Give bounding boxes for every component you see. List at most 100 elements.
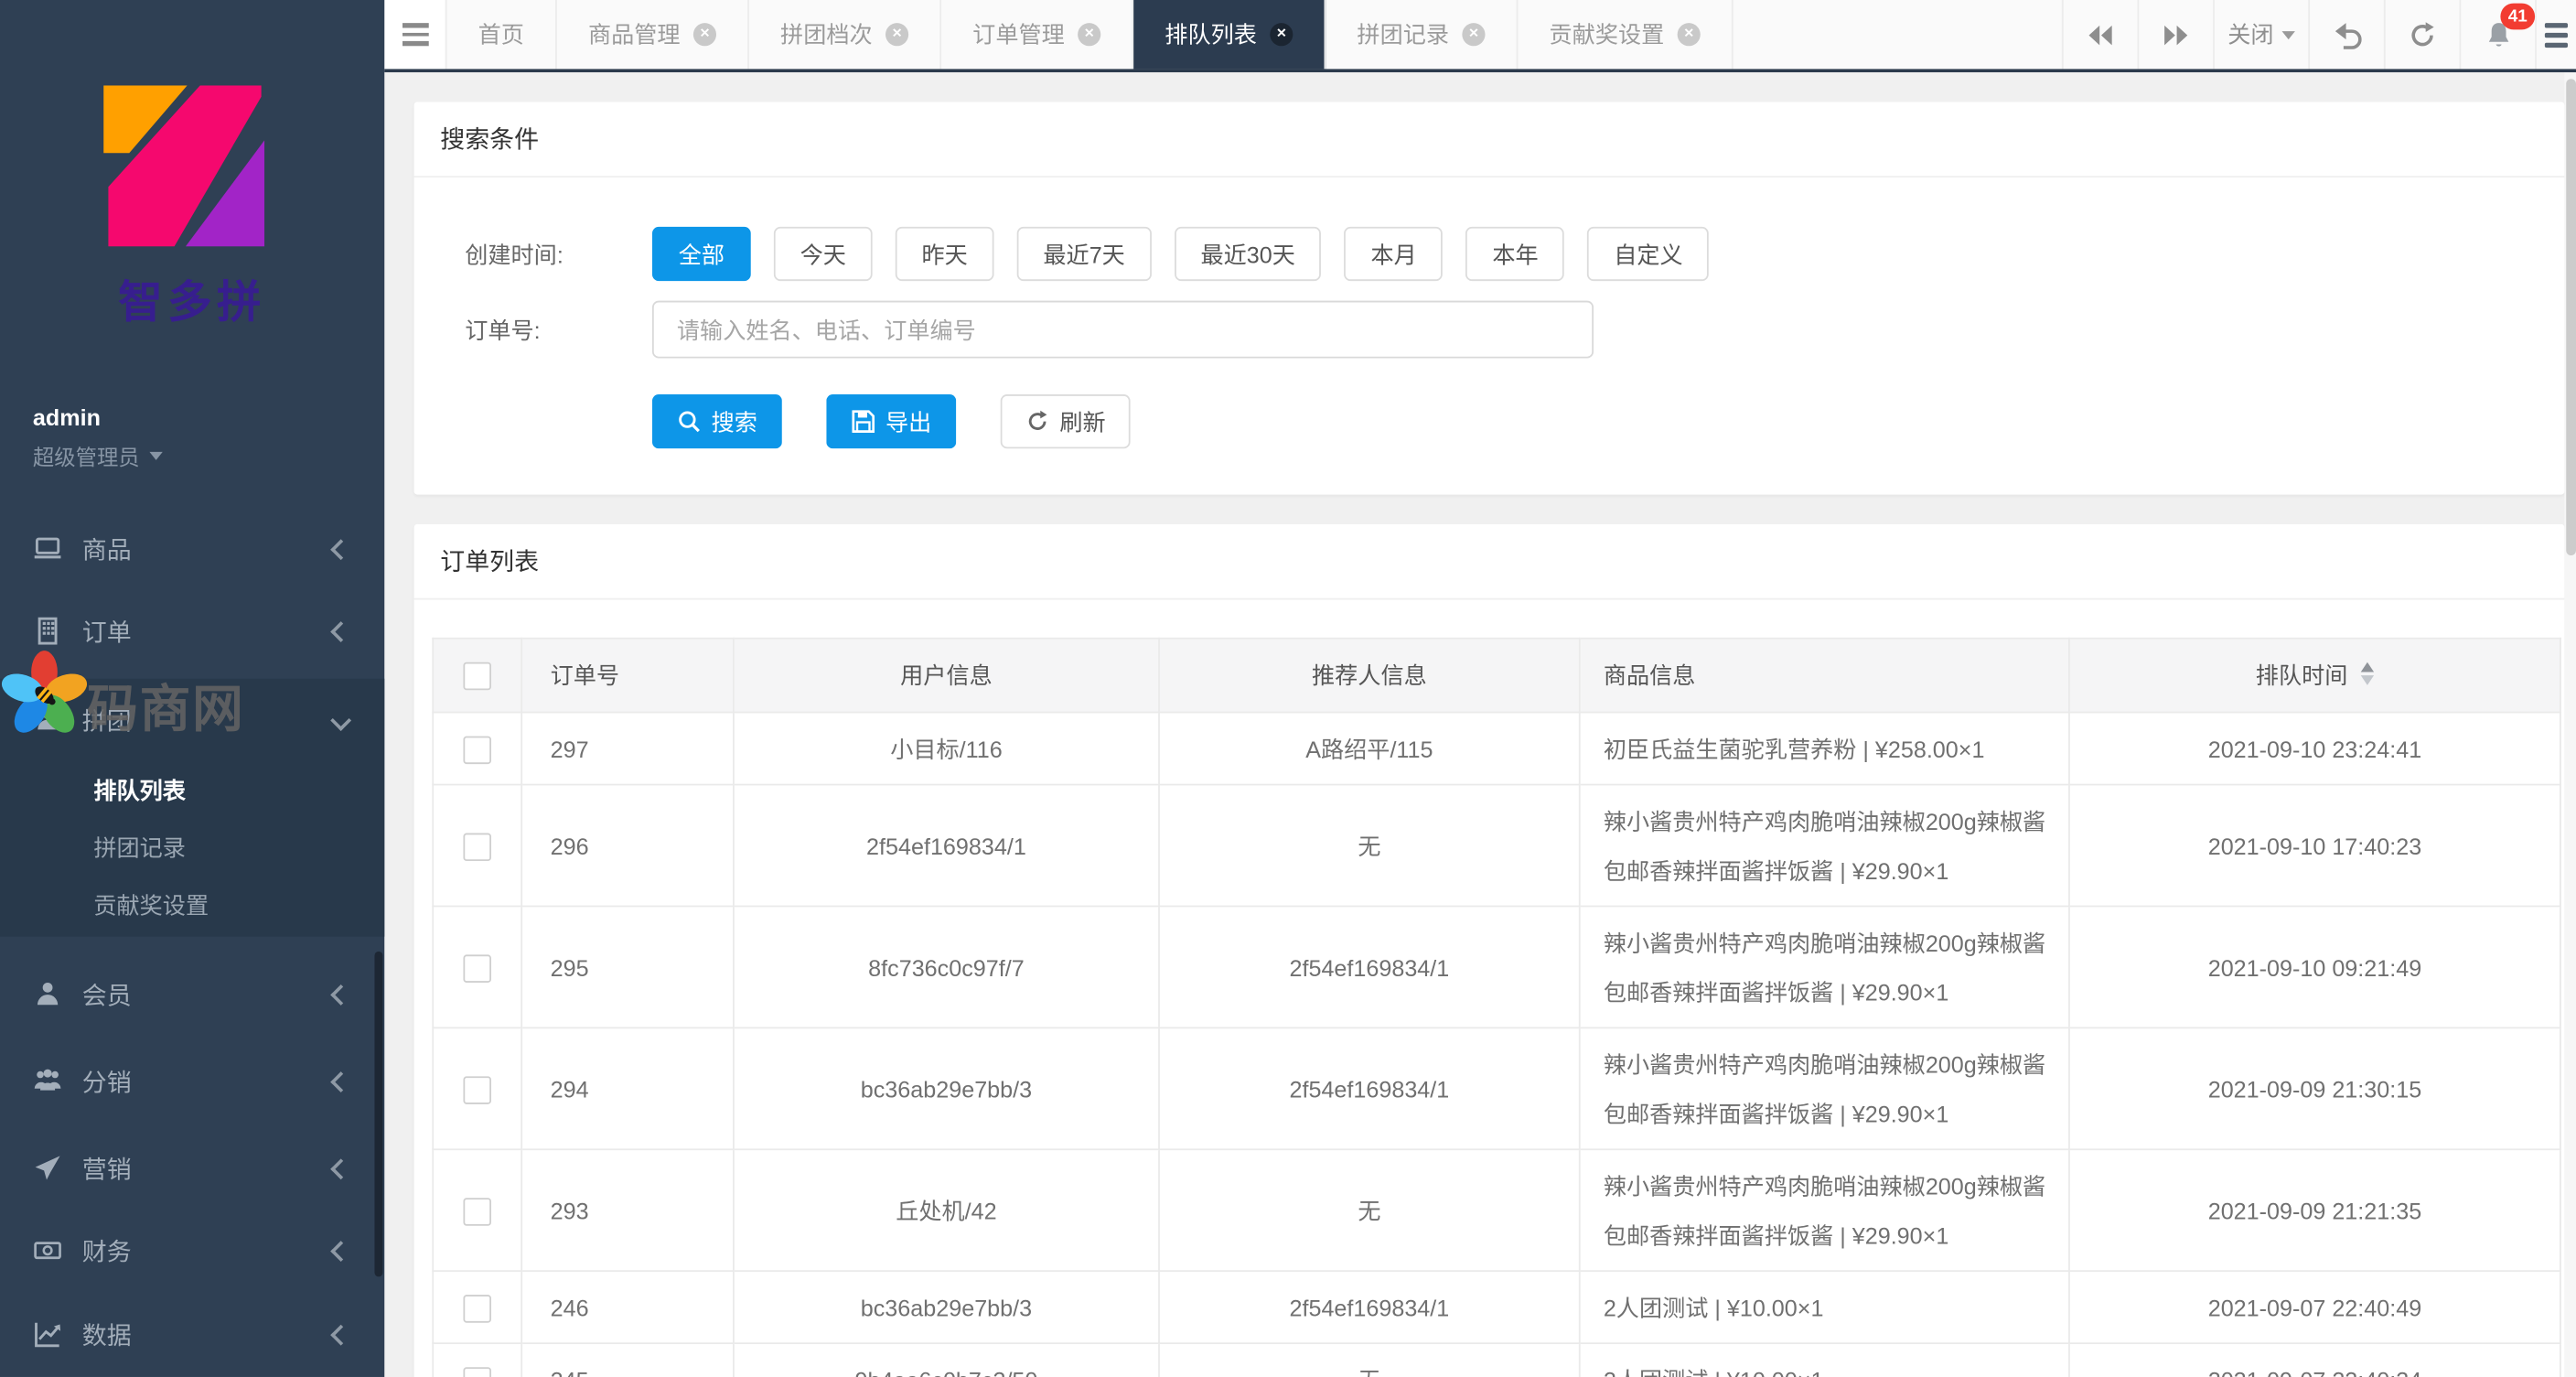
refresh-list-button[interactable]: 刷新 [1001, 394, 1131, 448]
close-icon[interactable]: × [886, 23, 908, 46]
created-time-row: 创建时间: 全部 今天 昨天 最近7天 最近30天 本月 本年 自定义 [414, 227, 2565, 281]
close-tabs-dropdown[interactable]: 关闭 [2213, 0, 2308, 69]
row-select-cell [433, 1149, 521, 1271]
sidebar: 智多拼 admin 超级管理员 商品 订单 [0, 0, 384, 1377]
page-scrollbar-thumb[interactable] [2565, 79, 2575, 555]
sidebar-item-distribution[interactable]: 分销 [0, 1040, 384, 1123]
scroll-tabs-left-button[interactable] [2062, 0, 2138, 69]
search-button[interactable]: 搜索 [652, 394, 782, 448]
export-button[interactable]: 导出 [826, 394, 956, 448]
sidebar-subitem-group-records[interactable]: 拼团记录 [0, 818, 384, 876]
sidebar-item-pintuan[interactable]: 拼团 [0, 679, 384, 761]
table-row[interactable]: 297 小目标/116 A路绍平/115 初臣氏益生菌驼乳营养粉 | ¥258.… [433, 713, 2560, 785]
sidebar-subitem-contribution-settings[interactable]: 贡献奖设置 [0, 876, 384, 933]
refresh-page-button[interactable] [2384, 0, 2460, 69]
user-role-dropdown[interactable]: 超级管理员 [33, 440, 163, 471]
row-checkbox[interactable] [463, 737, 491, 765]
date-filter-year[interactable]: 本年 [1466, 227, 1565, 281]
close-icon[interactable]: × [693, 23, 716, 46]
date-filter-all[interactable]: 全部 [652, 227, 751, 281]
save-icon [851, 409, 875, 434]
chevron-left-icon [330, 1070, 351, 1092]
order-no-cell: 246 [521, 1271, 734, 1343]
close-icon[interactable]: × [1678, 23, 1701, 46]
paper-plane-icon [33, 1154, 62, 1183]
col-queue-time[interactable]: 排队时间 [2069, 639, 2560, 713]
select-all-checkbox[interactable] [463, 662, 491, 691]
table-row[interactable]: 246 bc36ab29e7bb/3 2f54ef169834/1 2人团测试 … [433, 1271, 2560, 1343]
referrer-info-cell: 2f54ef169834/1 [1159, 1027, 1580, 1149]
order-no-cell: 295 [521, 906, 734, 1027]
close-icon[interactable]: × [1270, 23, 1293, 46]
sidebar-item-orders[interactable]: 订单 [0, 590, 384, 672]
notifications-button[interactable]: 41 [2459, 0, 2535, 69]
page-scrollbar[interactable] [2564, 72, 2576, 1377]
tab-order-manage[interactable]: 订单管理 × [941, 0, 1133, 69]
date-filter-month[interactable]: 本月 [1345, 227, 1444, 281]
referrer-info-cell: A路绍平/115 [1159, 713, 1580, 785]
row-select-cell [433, 1271, 521, 1343]
sidebar-item-data[interactable]: 数据 [0, 1293, 384, 1375]
tab-contribution-settings[interactable]: 贡献奖设置 × [1518, 0, 1733, 69]
table-row[interactable]: 296 2f54ef169834/1 无 辣小酱贵州特产鸡肉脆哨油辣椒200g辣… [433, 785, 2560, 907]
chevron-down-icon [330, 709, 351, 730]
row-checkbox[interactable] [463, 955, 491, 984]
order-list-title: 订单列表 [414, 524, 2565, 600]
user-info-cell: 8fc736c0c97f/7 [734, 906, 1159, 1027]
sidebar-item-marketing[interactable]: 营销 [0, 1127, 384, 1210]
hamburger-menu-icon[interactable] [384, 0, 446, 69]
date-filter-custom[interactable]: 自定义 [1588, 227, 1710, 281]
table-row[interactable]: 295 8fc736c0c97f/7 2f54ef169834/1 辣小酱贵州特… [433, 906, 2560, 1027]
scroll-tabs-right-button[interactable] [2137, 0, 2213, 69]
tabbar-controls: 关闭 41 [2062, 0, 2576, 69]
table-row[interactable]: 245 9b4aa6c0b7c3/50 无 2人团测试 | ¥10.00×1 2… [433, 1343, 2560, 1377]
user-info-cell: 2f54ef169834/1 [734, 785, 1159, 907]
close-icon[interactable]: × [1078, 23, 1100, 46]
tab-queue-list[interactable]: 排队列表× [1133, 0, 1326, 69]
tab-group-records[interactable]: 拼团记录× [1326, 0, 1518, 69]
sidebar-item-members[interactable]: 会员 [0, 953, 384, 1036]
row-checkbox[interactable] [463, 1296, 491, 1324]
row-checkbox[interactable] [463, 834, 491, 862]
table-row[interactable]: 293 丘处机/42 无 辣小酱贵州特产鸡肉脆哨油辣椒200g辣椒酱包邮香辣拌面… [433, 1149, 2560, 1271]
sub-item-label: 排队列表 [93, 773, 186, 806]
queue-time-cell: 2021-09-10 23:24:41 [2069, 713, 2560, 785]
order-no-cell: 293 [521, 1149, 734, 1271]
tab-label: 订单管理 [972, 18, 1065, 51]
tab-home[interactable]: 首页 [446, 0, 556, 69]
sidebar-subitem-queue-list[interactable]: 排队列表 [0, 761, 384, 819]
order-no-cell: 297 [521, 713, 734, 785]
search-panel-title: 搜索条件 [414, 102, 2565, 178]
tab-goods-manage[interactable]: 商品管理× [557, 0, 749, 69]
tab-group-level[interactable]: 拼团档次× [749, 0, 941, 69]
close-icon[interactable]: × [1462, 23, 1485, 46]
tab-label: 首页 [478, 18, 524, 51]
export-button-label: 导出 [886, 405, 931, 438]
sort-icon[interactable] [2361, 662, 2374, 693]
row-checkbox[interactable] [463, 1077, 491, 1105]
queue-time-cell: 2021-09-10 09:21:49 [2069, 906, 2560, 1027]
refresh-icon [2409, 20, 2437, 48]
date-filter-today[interactable]: 今天 [774, 227, 873, 281]
back-button[interactable] [2308, 0, 2384, 69]
order-no-label: 订单号: [414, 313, 652, 346]
date-filter-yesterday[interactable]: 昨天 [896, 227, 994, 281]
tab-label: 贡献奖设置 [1550, 18, 1665, 51]
sub-item-label: 拼团记录 [93, 831, 186, 864]
order-search-input[interactable] [652, 301, 1594, 359]
date-filter-30days[interactable]: 最近30天 [1175, 227, 1322, 281]
sidebar-scrollbar[interactable] [374, 952, 382, 1277]
sidebar-item-finance[interactable]: 财务 [0, 1210, 384, 1292]
user-icon [33, 979, 62, 1008]
queue-time-cell: 2021-09-09 21:21:35 [2069, 1149, 2560, 1271]
date-filter-7days[interactable]: 最近7天 [1017, 227, 1152, 281]
sidebar-item-goods[interactable]: 商品 [0, 508, 384, 590]
row-checkbox[interactable] [463, 1368, 491, 1377]
laptop-icon [33, 534, 62, 564]
row-checkbox[interactable] [463, 1199, 491, 1227]
sidebar-item-label: 订单 [82, 614, 132, 649]
edge-panel-toggle-icon[interactable] [2535, 0, 2576, 69]
table-row[interactable]: 294 bc36ab29e7bb/3 2f54ef169834/1 辣小酱贵州特… [433, 1027, 2560, 1149]
actions-row: 搜索 导出 刷新 [414, 394, 2565, 448]
search-icon [677, 409, 702, 434]
